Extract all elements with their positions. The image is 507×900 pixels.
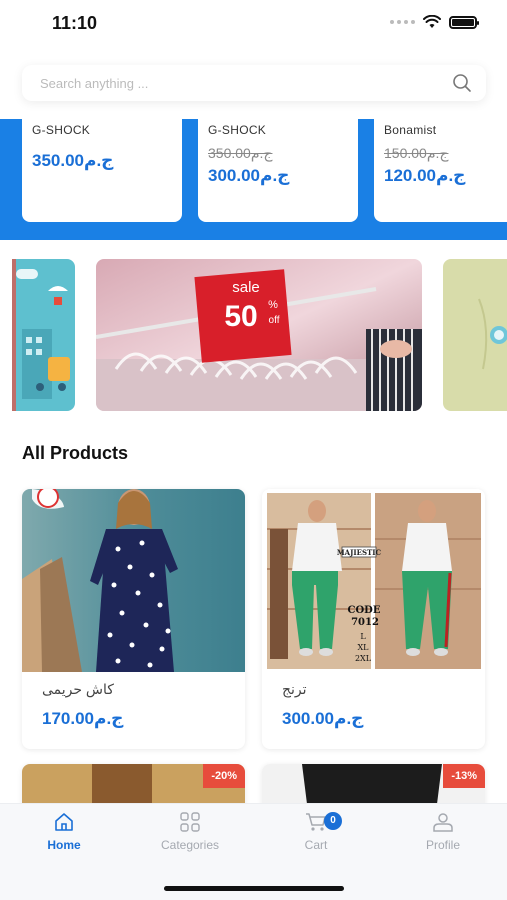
sale-banner-image: sale 50 % off [96, 259, 422, 411]
product-image: MAJIESTIC CODE 7012 L XL 2XL [262, 489, 485, 672]
nav-categories[interactable]: Categories [140, 812, 240, 852]
deal-old-price: 150.00ج.م [384, 145, 449, 161]
product-name: ترنج [282, 681, 307, 697]
sale-text: sale [232, 279, 260, 296]
sale-off: off [269, 315, 280, 326]
deal-old-price: 350.00ج.م [208, 145, 273, 161]
nav-categories-label: Categories [160, 838, 220, 852]
nav-cart-label: Cart [304, 838, 328, 852]
deal-price: 350.00ج.م [32, 151, 114, 170]
delivery-illustration [12, 259, 75, 411]
dress-photo [22, 489, 245, 672]
deal-card[interactable]: Bonamist 150.00ج.م 120.00ج.م [374, 119, 507, 222]
status-icons [390, 15, 479, 29]
product-name: كاش حريمى [42, 681, 114, 697]
sale-percent-sign: % [268, 299, 278, 311]
deal-card[interactable]: G-SHOCK 350.00ج.م 300.00ج.م [198, 119, 358, 222]
image-code-number: 7012 [351, 617, 379, 628]
banner-slide-sale[interactable]: sale 50 % off [96, 259, 422, 411]
nav-home-label: Home [47, 838, 81, 852]
status-bar: 11:10 [0, 0, 507, 50]
nav-profile-label: Profile [425, 838, 460, 852]
search-input[interactable] [40, 75, 452, 91]
image-brand-text: MAJIESTIC [337, 548, 382, 557]
product-card[interactable]: MAJIESTIC CODE 7012 L XL 2XL ترنج 300.00… [262, 489, 485, 749]
cart-count-badge: 0 [324, 812, 342, 830]
battery-icon [449, 15, 479, 29]
product-price: 170.00ج.م [42, 709, 124, 728]
sale-percent: 50 [224, 300, 257, 333]
nav-home[interactable]: Home [14, 812, 114, 852]
home-icon [55, 813, 73, 831]
image-size-l: L [360, 632, 366, 641]
app-screen: 11:10 G-SHOCK 350.00ج.م G-SHOCK 350.00ج.… [0, 0, 507, 900]
nav-cart[interactable]: 0 Cart [266, 812, 366, 852]
nav-profile[interactable]: Profile [393, 812, 493, 852]
deal-brand: G-SHOCK [32, 123, 91, 137]
next-banner-image [443, 259, 507, 411]
image-size-xl: XL [357, 643, 369, 652]
search-bar[interactable] [22, 65, 486, 101]
banner-slide-next[interactable] [443, 259, 507, 411]
deal-card[interactable]: G-SHOCK 350.00ج.م [22, 119, 182, 222]
image-size-2xl: 2XL [355, 654, 372, 663]
grid-icon [180, 812, 200, 832]
deal-brand: Bonamist [384, 123, 437, 137]
deal-price: 300.00ج.م [208, 166, 290, 185]
all-products-title: All Products [22, 443, 129, 463]
signal-icon [390, 20, 415, 24]
discount-badge: -20% [203, 764, 245, 788]
deal-brand: G-SHOCK [208, 123, 267, 137]
deal-price: 120.00ج.م [384, 166, 466, 185]
status-time: 11:10 [52, 13, 98, 33]
image-code-text: CODE [348, 605, 381, 616]
product-image [22, 489, 245, 672]
wifi-icon [423, 15, 441, 28]
discount-badge: -13% [443, 764, 485, 788]
tracksuit-photo: MAJIESTIC CODE 7012 L XL 2XL [262, 489, 485, 672]
search-icon[interactable] [452, 73, 472, 93]
product-price: 300.00ج.م [282, 709, 364, 728]
banner-slide-previous[interactable] [12, 259, 75, 411]
user-icon [433, 813, 453, 832]
home-indicator [164, 886, 344, 891]
product-card[interactable]: كاش حريمى 170.00ج.م [22, 489, 245, 749]
